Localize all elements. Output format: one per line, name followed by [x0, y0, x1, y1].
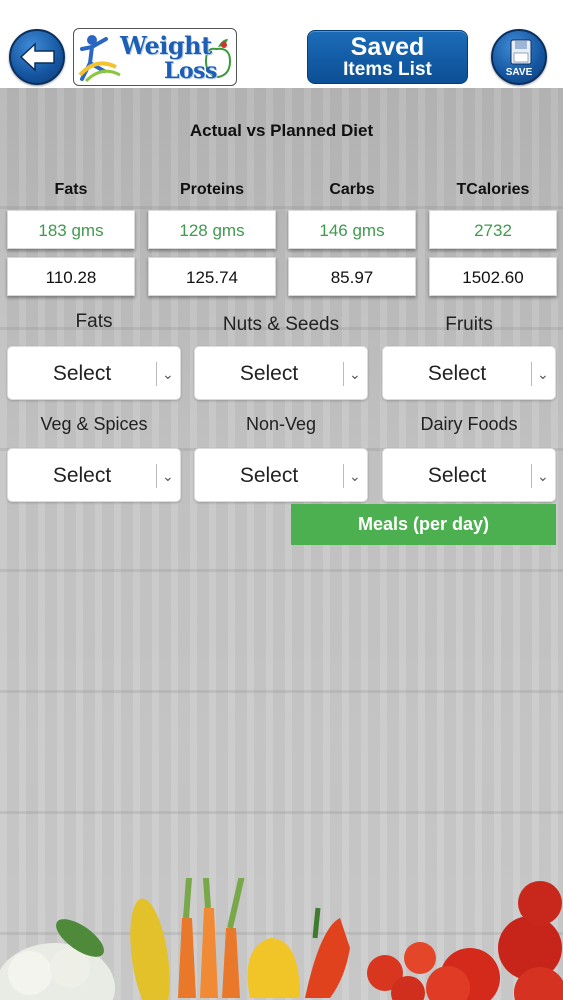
meals-per-day-button[interactable]: Meals (per day): [291, 504, 556, 545]
select-divider: [343, 362, 344, 386]
fruits-select-label: Fruits: [445, 314, 493, 335]
save-button-label: SAVE: [505, 67, 533, 78]
nuts-seeds-select-value: Select: [239, 362, 299, 385]
nuts-seeds-select[interactable]: Select ⌄: [194, 346, 368, 400]
chevron-down-icon: ⌄: [537, 366, 549, 382]
planned-tcalories-value: 2732: [429, 210, 557, 249]
veg-spices-select-label: Veg & Spices: [40, 414, 148, 434]
select-divider: [531, 464, 532, 488]
logo-text-loss: Loss: [164, 58, 217, 84]
column-header-proteins: Proteins: [179, 181, 244, 198]
actual-tcalories-value: 1502.60: [429, 257, 557, 296]
select-divider: [343, 464, 344, 488]
select-divider: [156, 362, 157, 386]
chevron-down-icon: ⌄: [349, 366, 361, 382]
app-header: Weight Loss Saved Items List SAVE: [0, 0, 563, 88]
chevron-down-icon: ⌄: [162, 366, 174, 382]
non-veg-select-value: Select: [239, 464, 299, 487]
nuts-seeds-select-label: Nuts & Seeds: [222, 314, 340, 335]
planned-fats-value: 183 gms: [7, 210, 135, 249]
column-header-tcalories: TCalories: [456, 181, 530, 198]
floppy-disk-icon: [510, 39, 532, 65]
fruits-select-value: Select: [427, 362, 487, 385]
column-header-carbs: Carbs: [329, 181, 375, 198]
vegetables-image: [0, 878, 563, 1000]
weight-loss-logo: Weight Loss: [73, 28, 237, 86]
planned-carbs-value: 146 gms: [288, 210, 416, 249]
saved-button-line2: Items List: [343, 59, 432, 80]
select-divider: [531, 362, 532, 386]
back-arrow-icon: [19, 42, 55, 72]
veg-spices-select[interactable]: Select ⌄: [7, 448, 181, 502]
actual-carbs-value: 85.97: [288, 257, 416, 296]
logo-text-weight: Weight: [120, 31, 212, 60]
fats-select[interactable]: Select ⌄: [7, 346, 181, 400]
fruits-select[interactable]: Select ⌄: [382, 346, 556, 400]
fats-select-value: Select: [52, 362, 112, 385]
non-veg-select-label: Non-Veg: [245, 414, 317, 434]
chevron-down-icon: ⌄: [162, 468, 174, 484]
diet-summary-title: Actual vs Planned Diet: [189, 121, 374, 140]
non-veg-select[interactable]: Select ⌄: [194, 448, 368, 502]
chevron-down-icon: ⌄: [537, 468, 549, 484]
column-header-fats: Fats: [54, 181, 88, 198]
actual-proteins-value: 125.74: [148, 257, 276, 296]
saved-button-line1: Saved: [350, 33, 425, 61]
dairy-foods-select[interactable]: Select ⌄: [382, 448, 556, 502]
back-button[interactable]: [9, 29, 65, 85]
saved-items-list-button[interactable]: Saved Items List: [307, 30, 468, 84]
dairy-foods-select-label: Dairy Foods: [420, 414, 518, 434]
chevron-down-icon: ⌄: [349, 468, 361, 484]
fats-select-label: Fats: [75, 311, 113, 332]
planned-proteins-value: 128 gms: [148, 210, 276, 249]
veg-spices-select-value: Select: [52, 464, 112, 487]
actual-fats-value: 110.28: [7, 257, 135, 296]
select-divider: [156, 464, 157, 488]
dairy-foods-select-value: Select: [427, 464, 487, 487]
save-button[interactable]: SAVE: [491, 29, 547, 85]
